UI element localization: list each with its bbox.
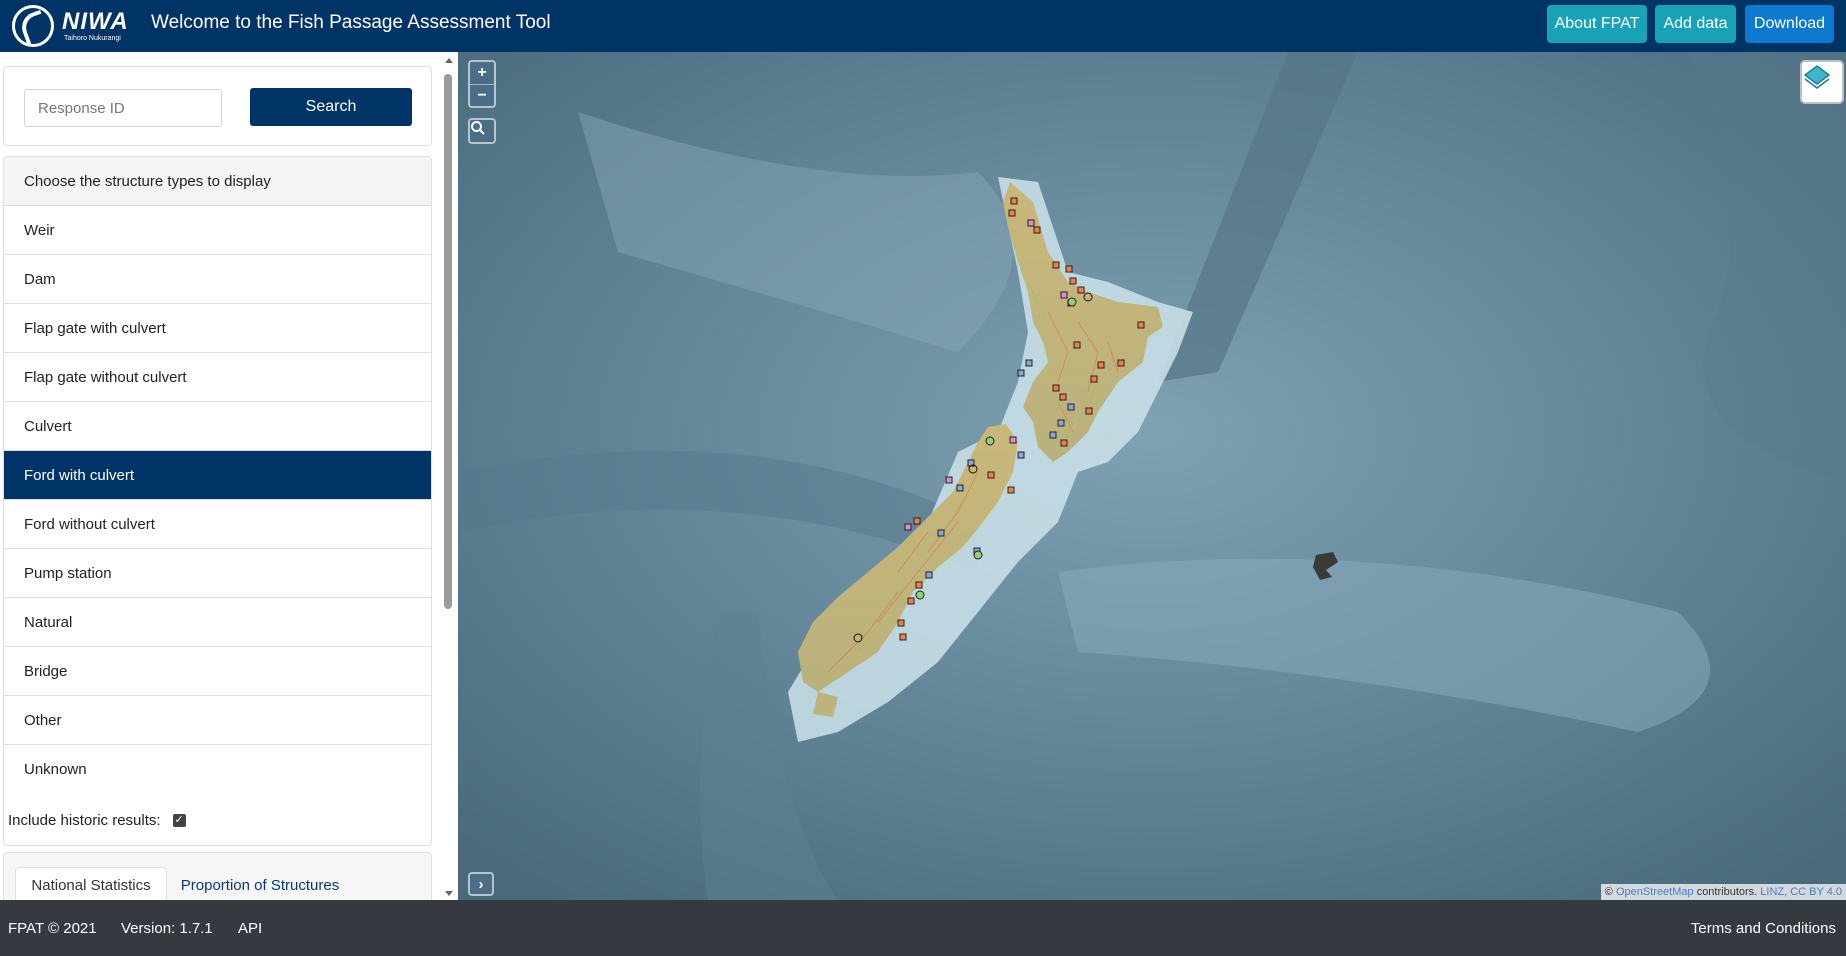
structure-item-unknown[interactable]: Unknown xyxy=(4,745,431,794)
footer-version: Version: 1.7.1 xyxy=(121,920,213,937)
structure-item-ford-with-culvert[interactable]: Ford with culvert xyxy=(4,451,431,500)
about-fpat-button[interactable]: About FPAT xyxy=(1547,5,1647,43)
search-icon xyxy=(471,121,485,135)
sidebar-scrollbar[interactable] xyxy=(440,52,458,900)
structure-item-flap-gate-without-culvert[interactable]: Flap gate without culvert xyxy=(4,353,431,402)
structure-item-ford-without-culvert[interactable]: Ford without culvert xyxy=(4,500,431,549)
logo-name: NIWA xyxy=(62,7,129,35)
scroll-thumb[interactable] xyxy=(444,74,452,609)
search-card: Search xyxy=(3,66,432,146)
expand-sidebar-button[interactable]: › xyxy=(468,872,494,896)
footer-terms-link[interactable]: Terms and Conditions xyxy=(1691,920,1836,937)
add-data-button[interactable]: Add data xyxy=(1655,5,1736,43)
layers-icon xyxy=(1803,65,1831,89)
logo-subtitle: Taihoro Nukurangi xyxy=(64,34,121,42)
structure-item-bridge[interactable]: Bridge xyxy=(4,647,431,696)
include-historic-checkbox[interactable]: ✓ xyxy=(172,814,186,827)
zoom-in-button[interactable]: + xyxy=(470,62,494,84)
top-navbar: NIWA Taihoro Nukurangi Welcome to the Fi… xyxy=(0,0,1846,52)
footer-copyright: FPAT © 2021 xyxy=(8,920,97,937)
footer-api-link[interactable]: API xyxy=(238,920,262,937)
structure-item-natural[interactable]: Natural xyxy=(4,598,431,647)
structure-list-header: Choose the structure types to display xyxy=(4,157,431,206)
map-basemap xyxy=(458,52,1846,900)
search-button[interactable]: Search xyxy=(250,88,412,126)
statistics-tabs: National Statistics Proportion of Struct… xyxy=(3,852,432,900)
download-button[interactable]: Download xyxy=(1745,5,1834,43)
structure-type-list: Choose the structure types to display We… xyxy=(3,156,432,846)
layer-switcher-button[interactable] xyxy=(1800,60,1844,104)
zoom-out-button[interactable]: − xyxy=(470,84,494,106)
scroll-down-arrow-icon[interactable] xyxy=(445,891,453,896)
map-attribution: © OpenStreetMap contributors. LINZ, CC B… xyxy=(1600,884,1846,900)
structure-item-other[interactable]: Other xyxy=(4,696,431,745)
page-title: Welcome to the Fish Passage Assessment T… xyxy=(151,12,551,33)
footer: FPAT © 2021 Version: 1.7.1 API Terms and… xyxy=(0,900,1846,956)
structure-item-dam[interactable]: Dam xyxy=(4,255,431,304)
map-search-button[interactable] xyxy=(468,118,496,144)
response-id-input[interactable] xyxy=(24,89,222,127)
linz-link[interactable]: LINZ, CC BY 4.0 xyxy=(1760,886,1842,898)
structure-item-pump-station[interactable]: Pump station xyxy=(4,549,431,598)
structure-item-weir[interactable]: Weir xyxy=(4,206,431,255)
tab-national-statistics[interactable]: National Statistics xyxy=(15,867,167,900)
sidebar: Search Choose the structure types to dis… xyxy=(0,52,458,900)
include-historic-label: Include historic results: xyxy=(8,812,161,829)
niwa-logo[interactable]: NIWA Taihoro Nukurangi xyxy=(12,5,129,47)
attribution-prefix: © xyxy=(1604,886,1613,898)
structure-item-culvert[interactable]: Culvert xyxy=(4,402,431,451)
structure-item-flap-gate-with-culvert[interactable]: Flap gate with culvert xyxy=(4,304,431,353)
scroll-up-arrow-icon[interactable] xyxy=(445,58,453,63)
osm-link[interactable]: OpenStreetMap xyxy=(1616,886,1694,898)
zoom-control: + − xyxy=(468,60,496,108)
niwa-logo-mark-icon xyxy=(12,5,54,47)
include-historic-row: Include historic results: ✓ xyxy=(8,812,186,829)
attribution-contributors: contributors. xyxy=(1696,886,1758,898)
tab-proportion-of-structures[interactable]: Proportion of Structures xyxy=(180,867,340,900)
map-view[interactable]: + − › © OpenStreetMap contributors. LINZ… xyxy=(458,52,1846,900)
